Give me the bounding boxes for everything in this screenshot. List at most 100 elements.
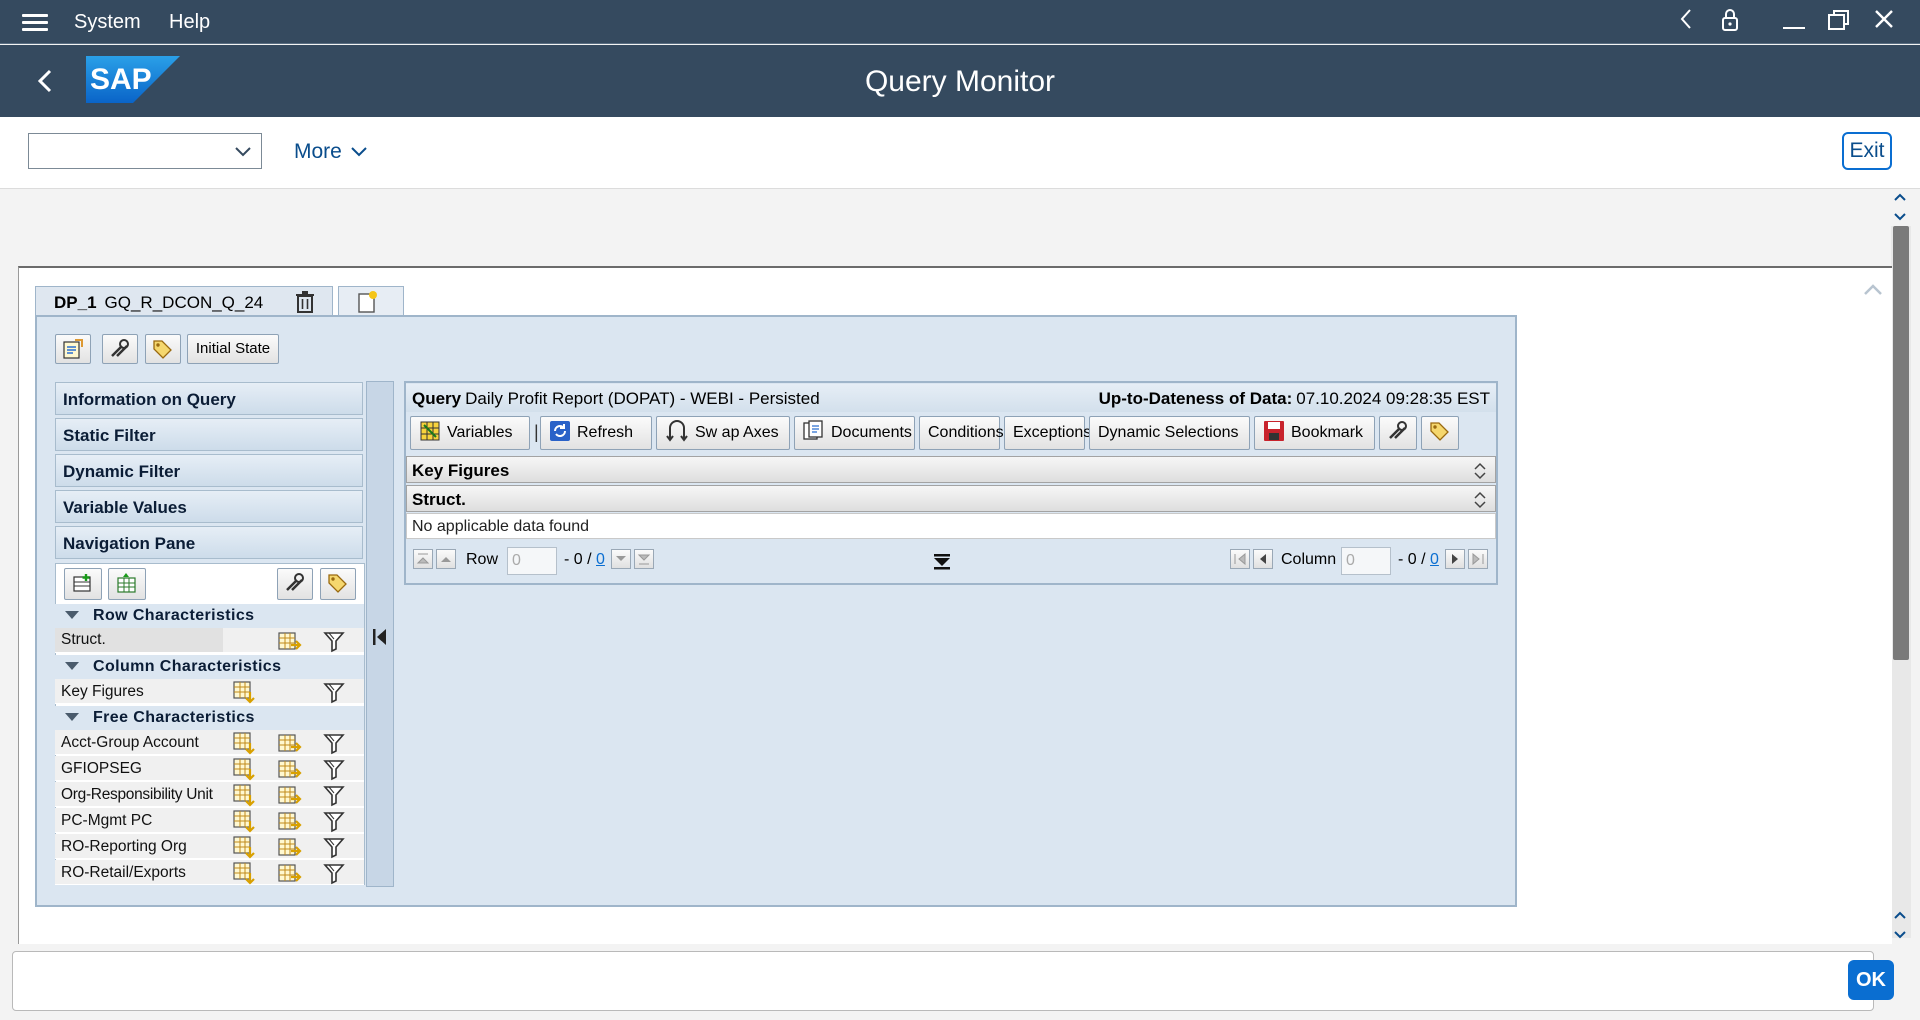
char-row-free[interactable]: GFIOPSEG: [55, 756, 364, 781]
more-menu-button[interactable]: More: [294, 140, 368, 164]
next-column-icon[interactable]: [1445, 549, 1465, 569]
new-tab-button[interactable]: [338, 286, 404, 316]
char-row-struct[interactable]: Struct.: [55, 628, 364, 653]
grid-row-struct[interactable]: Struct.: [406, 485, 1496, 512]
refresh-button[interactable]: Refresh: [540, 416, 652, 450]
grid-row-key-figures[interactable]: Key Figures: [406, 456, 1496, 483]
move-to-columns-icon[interactable]: [277, 861, 303, 885]
char-row-free[interactable]: PC-Mgmt PC: [55, 808, 364, 833]
last-row-icon[interactable]: [634, 549, 654, 569]
close-icon[interactable]: [1869, 8, 1899, 36]
filter-icon[interactable]: [322, 835, 348, 859]
command-field[interactable]: [12, 951, 1874, 1011]
add-row-button[interactable]: [64, 568, 102, 600]
dynamic-selections-button[interactable]: Dynamic Selections: [1089, 416, 1250, 450]
documents-button[interactable]: Documents: [794, 416, 915, 450]
last-column-icon[interactable]: [1468, 549, 1488, 569]
move-to-rows-icon[interactable]: [232, 757, 258, 781]
char-row-free[interactable]: Org-Responsibility Unit: [55, 782, 364, 807]
sort-icon[interactable]: [1473, 461, 1487, 481]
query-settings-button[interactable]: [1379, 416, 1417, 450]
collapse-triangle-icon[interactable]: [65, 611, 79, 619]
char-row-free[interactable]: Acct-Group Account: [55, 730, 364, 755]
scroll-down-icon[interactable]: [1892, 908, 1908, 940]
first-column-icon[interactable]: [1230, 549, 1250, 569]
char-row-free[interactable]: RO-Retail/Exports: [55, 860, 364, 885]
tab-data-provider[interactable]: DP_1 GQ_R_DCON_Q_24: [35, 286, 333, 316]
first-row-icon[interactable]: [413, 549, 433, 569]
query-name: Daily Profit Report (DOPAT) - WEBI - Per…: [465, 389, 820, 408]
exceptions-button[interactable]: Exceptions: [1004, 416, 1091, 450]
scroll-up-icon[interactable]: [1892, 190, 1908, 222]
move-to-columns-icon[interactable]: [277, 835, 303, 859]
filter-icon[interactable]: [322, 783, 348, 807]
page-title: Query Monitor: [864, 65, 1056, 98]
vertical-scrollbar[interactable]: [1891, 226, 1911, 938]
conditions-button[interactable]: Conditions: [919, 416, 1004, 450]
chevron-left-icon[interactable]: [1671, 8, 1701, 36]
menu-help[interactable]: Help: [169, 11, 210, 34]
accordion-variable-values[interactable]: Variable Values: [55, 490, 363, 523]
command-dropdown[interactable]: [28, 133, 262, 169]
move-to-rows-icon[interactable]: [232, 731, 258, 755]
pager-bar: Row 0 - 0 / 0 Column 0 - 0 / 0: [406, 540, 1496, 580]
row-input[interactable]: 0: [507, 547, 557, 575]
filter-icon[interactable]: [322, 757, 348, 781]
move-to-rows-icon[interactable]: [232, 835, 258, 859]
ok-button[interactable]: OK: [1848, 960, 1894, 1000]
menu-system[interactable]: System: [74, 11, 141, 34]
excel-export-button[interactable]: [108, 568, 146, 600]
move-to-rows-icon[interactable]: [232, 783, 258, 807]
filter-icon[interactable]: [322, 861, 348, 885]
move-to-rows-icon[interactable]: [232, 809, 258, 833]
move-to-rows-icon[interactable]: [232, 680, 258, 704]
collapse-triangle-icon[interactable]: [65, 662, 79, 670]
nav-settings-button[interactable]: [277, 568, 313, 600]
char-name: Org-Responsibility Unit: [61, 786, 213, 803]
restore-icon[interactable]: [1824, 8, 1854, 36]
scrollbar-thumb[interactable]: [1893, 226, 1909, 660]
prev-column-icon[interactable]: [1253, 549, 1273, 569]
move-to-rows-icon[interactable]: [232, 861, 258, 885]
filter-icon[interactable]: [322, 809, 348, 833]
open-query-button[interactable]: [55, 334, 91, 364]
column-input[interactable]: 0: [1341, 547, 1391, 575]
lock-icon[interactable]: [1715, 8, 1745, 36]
swap-axes-button[interactable]: Sw ap Axes: [656, 416, 790, 450]
accordion-navigation-pane[interactable]: Navigation Pane: [55, 526, 363, 559]
move-to-columns-icon[interactable]: [277, 731, 303, 755]
filter-icon[interactable]: [322, 731, 348, 755]
row-total-link[interactable]: 0: [596, 551, 605, 568]
query-tag-button[interactable]: [1421, 416, 1459, 450]
settings-button[interactable]: [102, 334, 138, 364]
collapse-triangle-icon[interactable]: [65, 713, 79, 721]
move-to-columns-icon[interactable]: [277, 629, 303, 653]
hamburger-menu-icon[interactable]: [22, 10, 48, 34]
move-to-columns-icon[interactable]: [277, 757, 303, 781]
column-total-link[interactable]: 0: [1430, 551, 1439, 568]
frame-scroll-up-icon[interactable]: [1862, 280, 1884, 300]
trash-icon[interactable]: [294, 290, 316, 314]
filter-icon[interactable]: [322, 629, 348, 653]
move-to-columns-icon[interactable]: [277, 809, 303, 833]
move-to-columns-icon[interactable]: [277, 783, 303, 807]
bookmark-button[interactable]: Bookmark: [1254, 416, 1375, 450]
exit-button[interactable]: Exit: [1842, 132, 1892, 170]
app-toolbar: More Exit: [0, 117, 1920, 189]
initial-state-button[interactable]: Initial State: [187, 334, 279, 364]
sort-icon[interactable]: [1473, 490, 1487, 510]
tag-button[interactable]: [145, 334, 181, 364]
collapse-navigation-button[interactable]: [366, 381, 394, 887]
char-row-key-figures[interactable]: Key Figures: [55, 679, 364, 704]
char-row-free[interactable]: RO-Reporting Org: [55, 834, 364, 859]
accordion-static-filter[interactable]: Static Filter: [55, 418, 363, 451]
filter-icon[interactable]: [322, 680, 348, 704]
minimize-icon[interactable]: [1779, 8, 1809, 36]
accordion-information-on-query[interactable]: Information on Query: [55, 382, 363, 415]
expand-down-icon[interactable]: [932, 554, 952, 577]
next-row-icon[interactable]: [611, 549, 631, 569]
prev-row-icon[interactable]: [436, 549, 456, 569]
variables-button[interactable]: Variables: [410, 416, 530, 450]
accordion-dynamic-filter[interactable]: Dynamic Filter: [55, 454, 363, 487]
nav-tag-button[interactable]: [320, 568, 356, 600]
